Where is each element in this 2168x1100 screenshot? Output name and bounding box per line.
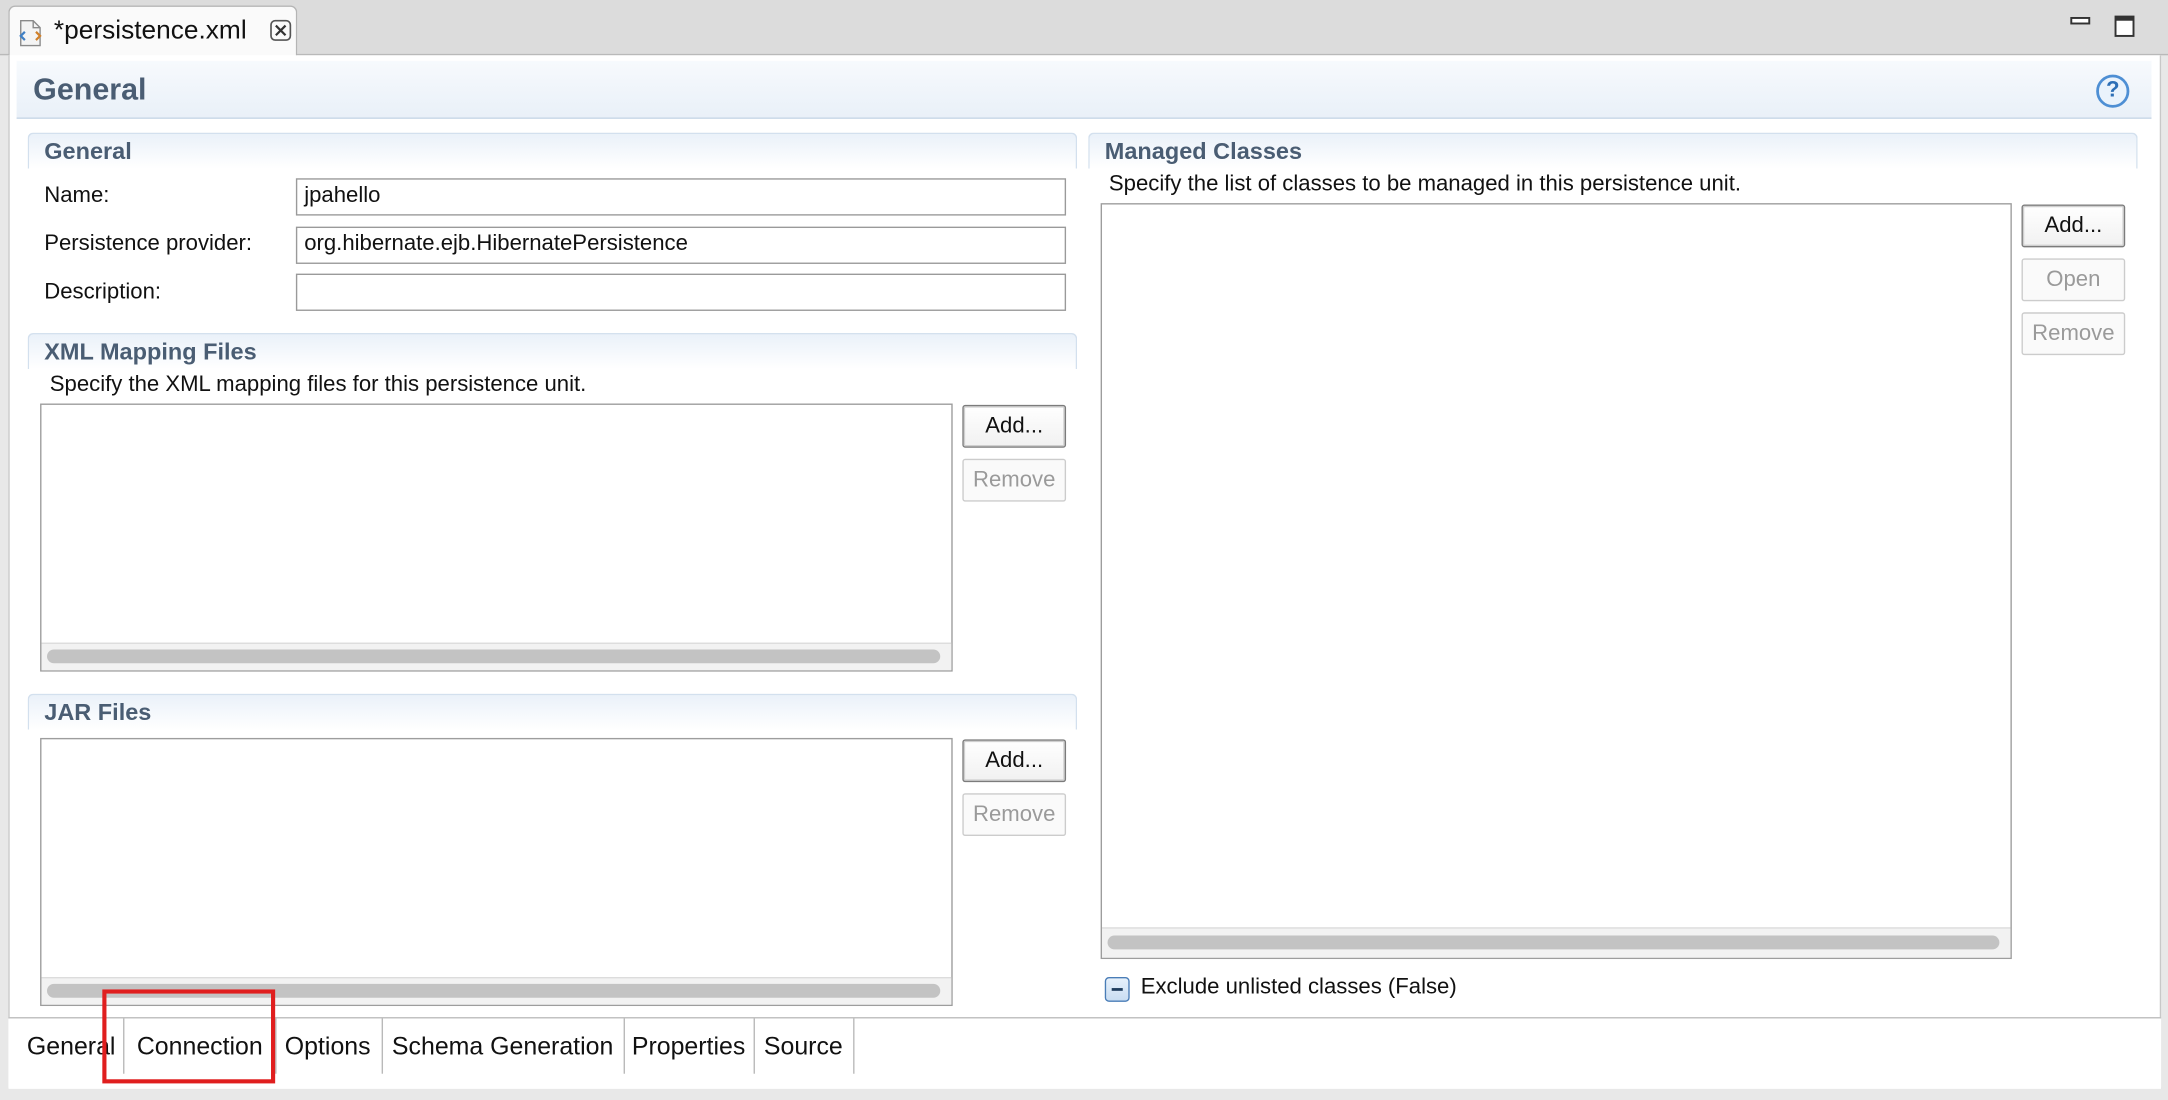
tab-general[interactable]: General (19, 1018, 123, 1073)
page-title: General (33, 71, 147, 107)
description-field[interactable] (295, 273, 1067, 311)
managed-classes-list[interactable] (1100, 203, 2012, 960)
xml-mapping-remove-button[interactable]: Remove (962, 458, 1067, 502)
tab-options[interactable]: Options (274, 1018, 384, 1074)
name-label: Name: (44, 183, 110, 208)
persistence-provider-label: Persistence provider: (44, 232, 253, 256)
xml-mapping-add-button[interactable]: Add... (962, 404, 1067, 448)
xml-file-icon (19, 20, 42, 47)
tristate-checkbox-icon[interactable] (1104, 977, 1130, 1002)
jar-files-add-button[interactable]: Add... (962, 739, 1067, 783)
editor-window: *persistence.xml General ? General Name:… (0, 0, 2168, 1100)
jar-files-list[interactable] (40, 737, 953, 1007)
jar-files-section-title: JAR Files (44, 699, 152, 726)
xml-mapping-scroll-thumb[interactable] (47, 649, 941, 664)
tab-properties[interactable]: Properties (624, 1018, 755, 1074)
exclude-unlisted-label[interactable]: Exclude unlisted classes (False) (1141, 976, 1457, 1001)
jar-files-remove-button[interactable]: Remove (962, 793, 1067, 837)
close-icon[interactable] (270, 19, 292, 41)
minimize-icon[interactable] (2070, 14, 2092, 36)
page-tab-bar: General Connection Options Schema Genera… (8, 1017, 2162, 1089)
managed-classes-section-header: Managed Classes (1088, 132, 2138, 169)
xml-mapping-hscrollbar[interactable] (41, 642, 952, 671)
managed-classes-description: Specify the list of classes to be manage… (1108, 172, 1742, 197)
editor-tab-persistence-xml[interactable]: *persistence.xml (8, 5, 298, 57)
maximize-icon[interactable] (2114, 14, 2136, 39)
name-field[interactable]: jpahello (295, 178, 1067, 216)
editor-tab-strip (0, 0, 2168, 56)
managed-classes-hscrollbar[interactable] (1102, 927, 2011, 958)
xml-mapping-list[interactable] (40, 403, 953, 672)
editor-tab-label: *persistence.xml (53, 16, 247, 46)
help-icon[interactable]: ? (2096, 74, 2130, 108)
persistence-provider-field[interactable]: org.hibernate.ejb.HibernatePersistence (295, 226, 1067, 264)
xml-mapping-section-title: XML Mapping Files (44, 338, 257, 365)
jar-files-section-header: JAR Files (27, 693, 1078, 730)
description-label: Description: (44, 280, 162, 305)
general-section-title: General (44, 138, 132, 165)
jar-files-scroll-thumb[interactable] (47, 983, 941, 998)
managed-classes-remove-button[interactable]: Remove (2021, 312, 2126, 356)
tab-source[interactable]: Source (754, 1018, 855, 1074)
tab-connection[interactable]: Connection (123, 1018, 277, 1074)
xml-mapping-section-header: XML Mapping Files (27, 333, 1078, 369)
managed-classes-add-button[interactable]: Add... (2021, 204, 2126, 248)
general-section-header: General (27, 132, 1078, 169)
page-header: General ? (16, 60, 2152, 119)
managed-classes-scroll-thumb[interactable] (1107, 935, 2000, 950)
tab-schema-generation[interactable]: Schema Generation (382, 1018, 625, 1074)
managed-classes-open-button[interactable]: Open (2021, 258, 2126, 302)
jar-files-hscrollbar[interactable] (41, 977, 952, 1005)
managed-classes-section-title: Managed Classes (1104, 138, 1303, 165)
xml-mapping-description: Specify the XML mapping files for this p… (49, 373, 587, 397)
